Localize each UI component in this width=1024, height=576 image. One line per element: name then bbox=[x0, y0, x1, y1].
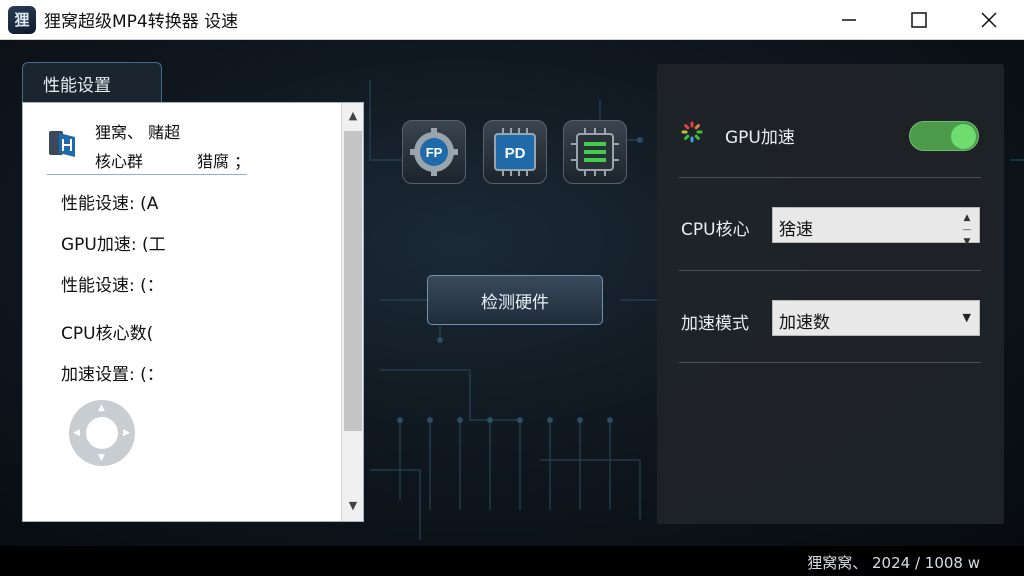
app-logo-icon: 狸 bbox=[8, 5, 36, 34]
gpu-acceleration-label: GPU加速 bbox=[725, 128, 795, 148]
list-item[interactable]: 性能设速: (A bbox=[61, 189, 158, 214]
maximize-button[interactable] bbox=[884, 0, 954, 40]
acceleration-mode-select[interactable]: 加速数 ▼ bbox=[772, 300, 980, 336]
tab-performance-settings[interactable]: 性能设置 bbox=[22, 62, 162, 102]
app-hardware-icon bbox=[49, 131, 75, 157]
cpu-cores-label: CPU核心 bbox=[681, 220, 750, 240]
gpu-acceleration-toggle[interactable] bbox=[909, 121, 979, 151]
step-divider-icon: — bbox=[962, 225, 972, 235]
dpad-center-button[interactable] bbox=[86, 417, 118, 449]
detect-hardware-button[interactable]: 检测硬件 bbox=[427, 275, 603, 325]
divider bbox=[679, 270, 981, 271]
status-text: 狸窝窝、 2024 / 1008 w bbox=[807, 554, 980, 572]
list-item[interactable]: CPU核心数( bbox=[61, 319, 153, 344]
divider bbox=[679, 362, 981, 363]
pd-chip-icon: PD bbox=[494, 128, 536, 176]
dpad-right-icon[interactable]: ▶ bbox=[123, 428, 130, 438]
pd-chip-button[interactable]: PD bbox=[483, 120, 547, 184]
acceleration-mode-value: 加速数 bbox=[779, 313, 830, 333]
settings-panel: GPU加速 CPU核心 猞速 ▲ — ▼ 加速模式 加速数 ▼ bbox=[657, 64, 1004, 524]
step-down-icon[interactable]: ▼ bbox=[961, 236, 973, 248]
window-controls bbox=[814, 0, 1024, 40]
minimize-icon bbox=[842, 19, 856, 21]
direction-pad[interactable]: ▲ ▼ ◀ ▶ bbox=[69, 400, 135, 466]
list-header-sub-a: 核心群 bbox=[95, 152, 144, 171]
vertical-scrollbar[interactable]: ▲ ▼ bbox=[341, 103, 363, 521]
scroll-up-icon[interactable]: ▲ bbox=[342, 109, 364, 125]
list-header-sub-b: 猎腐 ； bbox=[197, 152, 251, 171]
fp-gear-icon: FP bbox=[410, 128, 458, 176]
close-button[interactable] bbox=[954, 0, 1024, 40]
fp-label: FP bbox=[426, 145, 443, 160]
dpad-up-icon[interactable]: ▲ bbox=[98, 403, 105, 413]
stepper-arrows[interactable]: ▲ — ▼ bbox=[961, 212, 973, 248]
title-bar: 狸 狸窝超级MP4转换器 设速 bbox=[0, 0, 1024, 40]
scroll-thumb[interactable] bbox=[344, 131, 362, 431]
list-item[interactable]: GPU加速: (工 bbox=[61, 230, 166, 255]
pd-label: PD bbox=[505, 145, 526, 162]
acceleration-mode-label: 加速模式 bbox=[681, 314, 749, 334]
loading-spinner-icon bbox=[681, 121, 703, 143]
cpu-cores-stepper[interactable]: 猞速 ▲ — ▼ bbox=[772, 207, 980, 247]
minimize-button[interactable] bbox=[814, 0, 884, 40]
fp-gear-button[interactable]: FP bbox=[402, 120, 466, 184]
cpu-chip-button[interactable] bbox=[563, 120, 627, 184]
status-bar: 狸窝窝、 2024 / 1008 w bbox=[0, 546, 1024, 576]
list-item[interactable]: 性能设速: (： bbox=[61, 271, 164, 296]
maximize-icon bbox=[911, 12, 927, 28]
close-icon bbox=[981, 12, 997, 28]
dpad-down-icon[interactable]: ▼ bbox=[98, 453, 105, 463]
window-title: 狸窝超级MP4转换器 设速 bbox=[44, 12, 239, 32]
step-up-icon[interactable]: ▲ bbox=[961, 212, 973, 224]
cpu-chip-icon bbox=[571, 128, 619, 176]
dpad-left-icon[interactable]: ◀ bbox=[73, 428, 80, 438]
toggle-knob bbox=[951, 124, 976, 149]
chevron-down-icon: ▼ bbox=[962, 311, 971, 324]
cpu-cores-value: 猞速 bbox=[779, 220, 813, 240]
settings-list-panel: 狸窝、 赌超 核心群 猎腐 ； 性能设速: (A GPU加速: (工 性能设速:… bbox=[22, 102, 364, 522]
list-item[interactable]: 加速设置: (： bbox=[61, 360, 164, 385]
scroll-down-icon[interactable]: ▼ bbox=[342, 499, 364, 515]
divider bbox=[679, 177, 981, 178]
list-header-title: 狸窝、 赌超 bbox=[95, 123, 181, 142]
